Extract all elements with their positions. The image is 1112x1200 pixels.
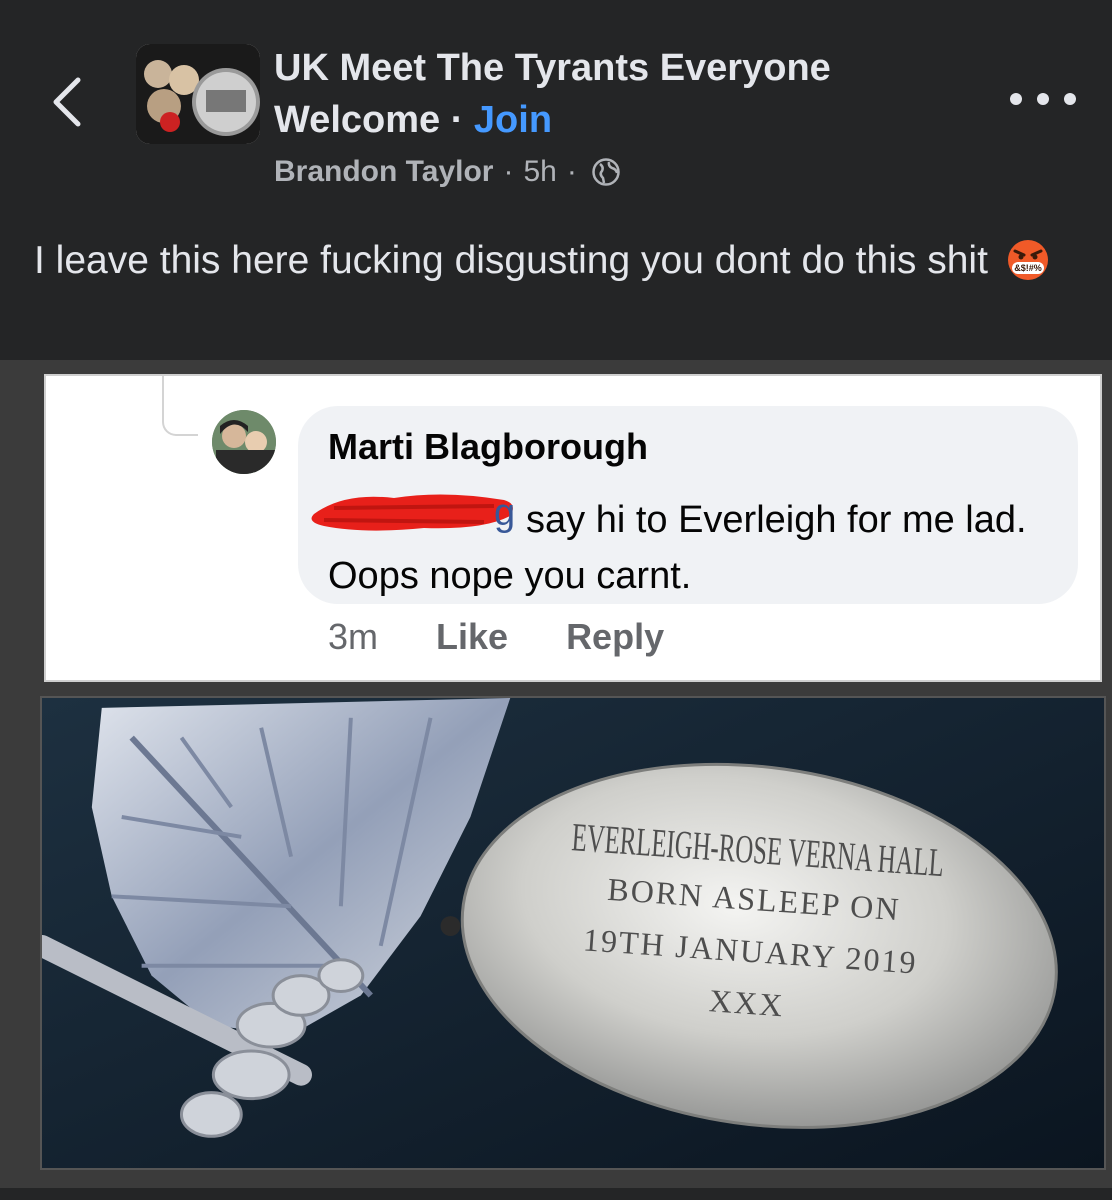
author-name[interactable]: Brandon Taylor bbox=[274, 155, 493, 189]
thread-line bbox=[162, 376, 198, 436]
comment-bubble: Marti Blagborough say hi to Everleigh fo… bbox=[298, 406, 1078, 604]
memorial-photo: EVERLEIGH-ROSE VERNA HALL BORN ASLEEP ON… bbox=[40, 696, 1106, 1170]
post-header: UK Meet The Tyrants Everyone Welcome · J… bbox=[0, 0, 1112, 200]
more-options-icon bbox=[1010, 93, 1022, 105]
post-time[interactable]: 5h bbox=[523, 155, 556, 189]
group-avatar[interactable] bbox=[136, 44, 260, 144]
title-separator: · bbox=[450, 99, 464, 141]
post-body: I leave this here fucking disgusting you… bbox=[34, 239, 988, 282]
shared-image[interactable]: Marti Blagborough say hi to Everleigh fo… bbox=[0, 360, 1112, 1188]
engraving-text: EVERLEIGH-ROSE VERNA HALL BORN ASLEEP ON… bbox=[506, 810, 999, 1046]
meta-separator: · bbox=[566, 155, 577, 188]
join-button[interactable]: Join bbox=[474, 99, 552, 141]
emoji-symbols: &$!#% bbox=[1014, 263, 1042, 273]
more-options-icon bbox=[1064, 93, 1076, 105]
comment-screenshot: Marti Blagborough say hi to Everleigh fo… bbox=[44, 374, 1102, 682]
commenter-avatar bbox=[212, 410, 276, 474]
commenter-name: Marti Blagborough bbox=[328, 426, 648, 467]
more-options-icon bbox=[1037, 93, 1049, 105]
comment-text: say hi to Everleigh for me lad. Oops nop… bbox=[328, 499, 1027, 597]
comment-actions: 3m Like Reply bbox=[328, 616, 722, 658]
bottom-edge bbox=[0, 1188, 1112, 1200]
globe-icon bbox=[592, 158, 620, 186]
reply-button: Reply bbox=[566, 616, 665, 657]
angry-cursing-emoji-icon: &$!#% bbox=[1007, 239, 1048, 280]
group-name: UK Meet The Tyrants Everyone Welcome · J… bbox=[274, 42, 954, 146]
comment-timestamp: 3m bbox=[328, 616, 379, 657]
like-button: Like bbox=[436, 616, 509, 657]
chevron-left-icon bbox=[53, 77, 81, 127]
group-name-text[interactable]: UK Meet The Tyrants Everyone Welcome bbox=[274, 47, 831, 141]
post-text: I leave this here fucking disgusting you… bbox=[34, 236, 1074, 286]
back-button[interactable] bbox=[46, 72, 90, 132]
meta-separator: · bbox=[503, 155, 514, 188]
post-meta: Brandon Taylor · 5h · bbox=[274, 150, 621, 194]
tagged-name-tail: g bbox=[494, 492, 516, 534]
more-options-button[interactable] bbox=[1010, 84, 1076, 114]
